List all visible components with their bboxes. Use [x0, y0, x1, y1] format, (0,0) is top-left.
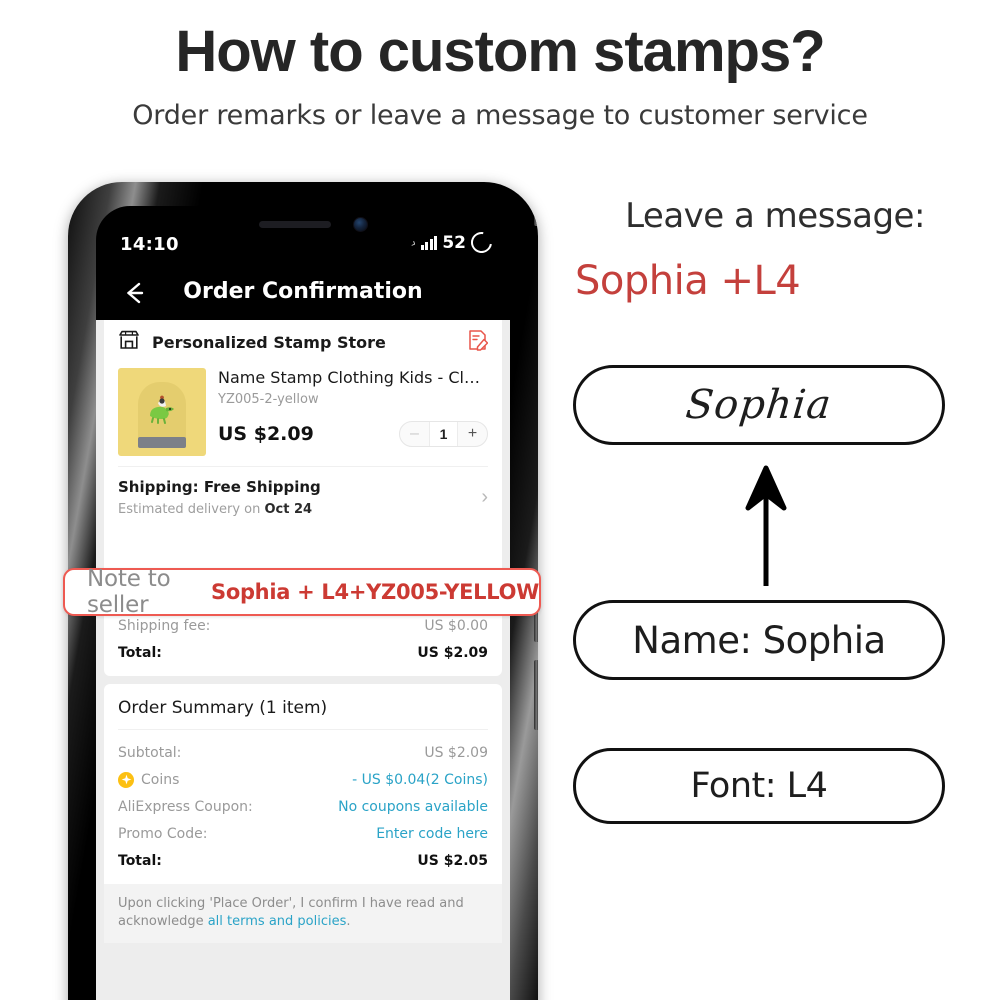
summary-value: US $2.05	[417, 852, 488, 869]
coins-icon	[118, 771, 134, 788]
product-sku: YZ005-2-yellow	[218, 392, 319, 407]
leave-message-example: Sophia +L4	[575, 258, 801, 304]
stamp-thumbnail	[118, 368, 206, 456]
quantity-stepper[interactable]: – 1 +	[399, 421, 488, 447]
page-title: How to custom stamps?	[175, 19, 825, 84]
summary-row-total: Total: US $2.05	[104, 847, 502, 874]
store-header-row[interactable]: Personalized Stamp Store	[104, 320, 502, 364]
order-summary-rows: Subtotal: US $2.09 Coins - US $0.04(2 Co…	[104, 730, 502, 884]
signal-bars-icon	[420, 235, 438, 250]
phone-volume-down-button[interactable]	[534, 660, 538, 730]
shipping-eta: Estimated delivery on Oct 24	[118, 502, 313, 517]
totals-label: Total:	[118, 644, 162, 661]
summary-label: Total:	[118, 852, 162, 869]
arrow-up-icon	[742, 456, 790, 586]
store-icon	[118, 330, 140, 355]
summary-label: AliExpress Coupon:	[118, 798, 253, 815]
chevron-right-icon[interactable]: ›	[481, 486, 488, 509]
edit-note-icon[interactable]	[468, 329, 489, 356]
product-info: Name Stamp Clothing Kids - Cloth... YZ00…	[218, 368, 488, 456]
battery-level-label: 52	[442, 232, 466, 253]
shipping-method: Shipping: Free Shipping	[118, 478, 321, 496]
quantity-increase-button[interactable]: +	[458, 422, 487, 446]
app-bar: Order Confirmation	[96, 268, 510, 320]
quantity-decrease-button[interactable]: –	[400, 422, 429, 446]
status-time: 14:10	[120, 234, 179, 255]
status-bar: 14:10 › 52	[96, 227, 510, 262]
network-tick-icon: ›	[409, 235, 419, 250]
front-camera-icon	[353, 217, 368, 232]
product-title: Name Stamp Clothing Kids - Cloth...	[218, 368, 488, 387]
summary-row: Subtotal: US $2.09	[104, 739, 502, 766]
name-pill-text: Name: Sophia	[632, 618, 886, 662]
shipping-eta-date: Oct 24	[264, 502, 313, 517]
terms-link[interactable]: all terms and policies	[208, 914, 347, 929]
product-price: US $2.09	[218, 423, 314, 445]
earpiece-speaker	[259, 221, 331, 228]
order-summary-card: Order Summary (1 item) Subtotal: US $2.0…	[104, 684, 502, 943]
font-pill-text: Font: L4	[690, 766, 828, 806]
summary-label: Subtotal:	[118, 744, 182, 761]
signature-pill: Sophia	[573, 365, 945, 445]
totals-value: US $0.00	[424, 617, 488, 634]
signature-text: Sophia	[683, 382, 835, 428]
note-to-seller-callout[interactable]: Note to seller Sophia + L4+YZ005-YELLOW	[63, 566, 541, 618]
totals-value: US $2.09	[417, 644, 488, 661]
shipping-row[interactable]: Shipping: Free Shipping Estimated delive…	[104, 467, 502, 530]
note-to-seller-value: Sophia + L4+YZ005-YELLOW	[211, 580, 539, 604]
summary-value[interactable]: - US $0.04(2 Coins)	[352, 772, 488, 788]
status-indicators: › 52	[409, 227, 497, 258]
phone-mute-button[interactable]	[534, 204, 538, 226]
summary-label: Coins	[141, 771, 180, 788]
app-bar-title: Order Confirmation	[183, 279, 423, 304]
dinosaur-graphic	[150, 395, 174, 424]
summary-label: Promo Code:	[118, 825, 208, 842]
terms-notice: Upon clicking 'Place Order', I confirm I…	[104, 884, 502, 943]
order-confirmation-content[interactable]: Personalized Stamp Store Name Stamp Clot…	[96, 320, 510, 1000]
quantity-value[interactable]: 1	[429, 422, 458, 446]
font-pill: Font: L4	[573, 748, 945, 824]
leave-message-heading: Leave a message:	[625, 196, 925, 236]
page-subtitle: Order remarks or leave a message to cust…	[132, 100, 868, 131]
order-summary-title: Order Summary (1 item)	[118, 698, 328, 718]
name-pill: Name: Sophia	[573, 600, 945, 680]
store-name-label: Personalized Stamp Store	[152, 332, 386, 352]
store-product-card: Personalized Stamp Store Name Stamp Clot…	[104, 320, 502, 676]
battery-ring-icon	[466, 227, 497, 258]
terms-suffix: .	[346, 914, 351, 929]
note-to-seller-label: Note to seller	[87, 566, 171, 618]
summary-row-coins[interactable]: Coins - US $0.04(2 Coins)	[104, 766, 502, 793]
page-root: How to custom stamps? Order remarks or l…	[0, 0, 1000, 1000]
product-row[interactable]: Name Stamp Clothing Kids - Cloth... YZ00…	[104, 364, 502, 466]
summary-row-coupon[interactable]: AliExpress Coupon: No coupons available	[104, 793, 502, 820]
summary-row-promo[interactable]: Promo Code: Enter code here	[104, 820, 502, 847]
summary-value[interactable]: Enter code here	[376, 826, 488, 842]
summary-value[interactable]: No coupons available	[338, 799, 488, 815]
summary-value: US $2.09	[424, 744, 488, 761]
totals-label: Shipping fee:	[118, 617, 211, 634]
totals-row: Total: US $2.09	[104, 639, 502, 666]
